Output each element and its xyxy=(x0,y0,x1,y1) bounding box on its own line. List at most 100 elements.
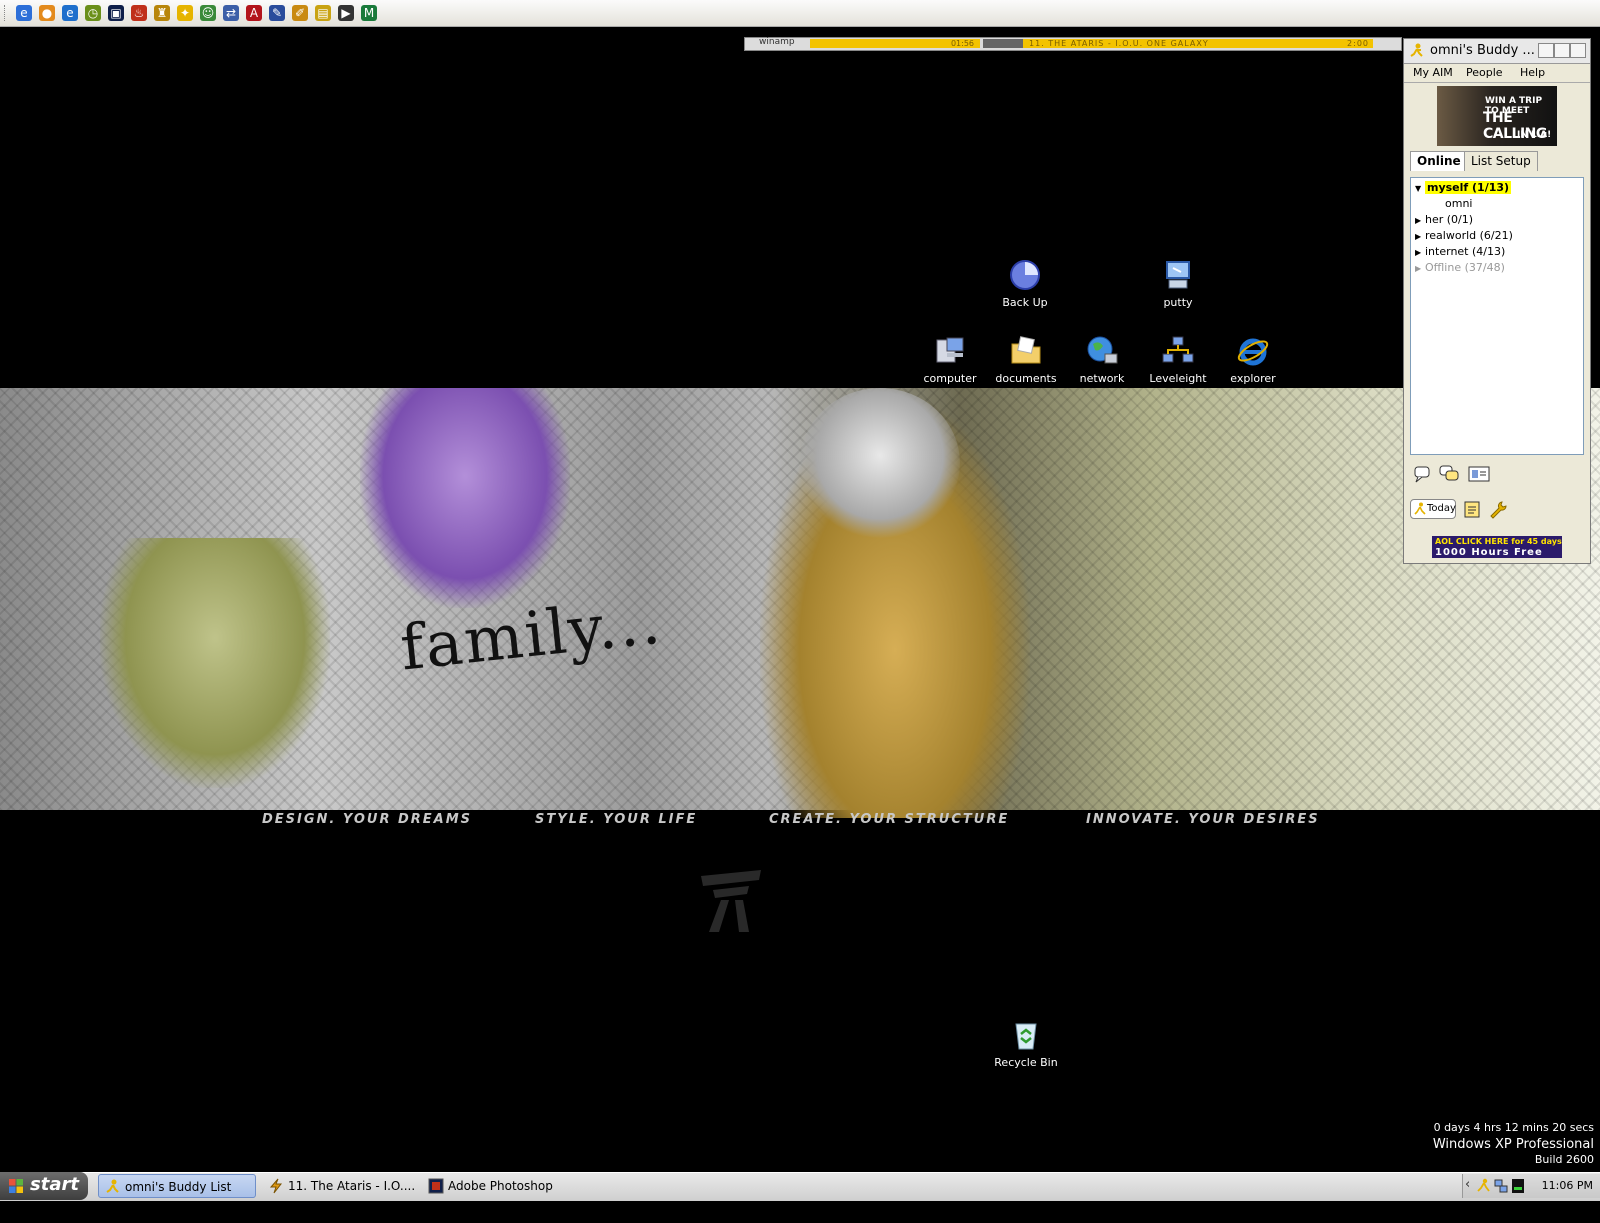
aim-action-toolbar xyxy=(1412,463,1582,485)
today-label: Today xyxy=(1427,503,1456,514)
winamp-song-title: 11. THE ATARIS - I.O.U. ONE GALAXY xyxy=(1029,39,1209,48)
start-button[interactable]: start xyxy=(0,1172,88,1200)
winamp-song-marquee: 11. THE ATARIS - I.O.U. ONE GALAXY 2:00 xyxy=(1023,39,1373,48)
clock-icon[interactable]: ◷ xyxy=(85,5,101,21)
chat-icon[interactable] xyxy=(1438,463,1460,485)
notepad-icon[interactable] xyxy=(1462,499,1482,519)
wrench-icon[interactable] xyxy=(1488,499,1508,519)
buddy-group-internet[interactable]: ▶ internet (4/13) xyxy=(1415,244,1505,259)
start-label: start xyxy=(30,1174,79,1195)
aol-ad-banner[interactable]: AOL CLICK HERE for 45 days 1000 Hours Fr… xyxy=(1432,536,1562,558)
taskbar-button-aim[interactable]: omni's Buddy List W... xyxy=(98,1174,256,1218)
desktop-icon-label: network xyxy=(1079,372,1125,385)
winamp-player[interactable]: winamp 01:56 11. THE ATARIS - I.O.U. ONE… xyxy=(744,37,1402,51)
wallpaper-sitting-figure xyxy=(100,538,330,788)
acrobat-icon[interactable]: A xyxy=(246,5,262,21)
buddy-group-offline[interactable]: ▶ Offline (37/48) xyxy=(1415,260,1505,275)
computer-icon xyxy=(936,337,964,363)
group-label: myself (1/13) xyxy=(1425,181,1512,194)
network-computers-icon xyxy=(1162,336,1194,363)
aim-buddy-list-window[interactable]: omni's Buddy ... My AIM People Help WIN … xyxy=(1403,38,1591,564)
slogan-create: CREATE. YOUR STRUCTURE xyxy=(769,812,1010,827)
aol-ad-line-1: AOL CLICK HERE for 45 days xyxy=(1435,537,1562,546)
minimize-button[interactable] xyxy=(1538,43,1554,58)
buddy-info-icon[interactable] xyxy=(1468,465,1490,483)
buddy-group-myself[interactable]: ▼ myself (1/13) xyxy=(1415,180,1512,195)
recycle-bin-icon xyxy=(1015,1023,1037,1050)
aim-tray-icon[interactable] xyxy=(1477,1178,1491,1194)
aim-ad-banner[interactable]: WIN A TRIP TO MEET THE CALLING IN L.A! xyxy=(1437,86,1557,146)
task-label: 11. The Ataris - I.O.... xyxy=(288,1179,416,1193)
trophy-icon[interactable]: ♜ xyxy=(154,5,170,21)
globe-icon xyxy=(1087,336,1118,364)
task-label: Adobe Photoshop xyxy=(448,1179,553,1193)
browser-icon[interactable]: e xyxy=(62,5,78,21)
buddy-group-her[interactable]: ▶ her (0/1) xyxy=(1415,212,1473,227)
backup-icon xyxy=(1010,260,1040,290)
desktop-icon-putty[interactable]: putty xyxy=(1133,258,1223,309)
desktop-icon-explorer[interactable]: explorer xyxy=(1208,334,1298,385)
aim-runner-icon xyxy=(1414,502,1426,515)
taskbar-button-winamp[interactable]: 11. The Ataris - I.O.... xyxy=(262,1174,420,1198)
desktop-icon-label: Leveleight xyxy=(1149,372,1207,385)
aim-window-title: omni's Buddy ... xyxy=(1430,43,1535,58)
aim-title-bar[interactable]: omni's Buddy ... xyxy=(1404,39,1590,64)
buddy-list-tree[interactable]: ▼ myself (1/13) omni ▶ her (0/1) ▶ realworl… xyxy=(1410,177,1584,455)
collapsed-triangle-icon: ▶ xyxy=(1415,248,1422,257)
close-button[interactable] xyxy=(1570,43,1586,58)
putty-icon xyxy=(1166,261,1190,289)
collapsed-triangle-icon: ▶ xyxy=(1415,232,1422,241)
send-im-icon[interactable] xyxy=(1412,463,1434,485)
desktop-icon-backup[interactable]: Back Up xyxy=(980,258,1070,309)
group-label: her (0/1) xyxy=(1425,213,1474,226)
ie-icon[interactable]: e xyxy=(16,5,32,21)
monitor-tray-icon[interactable] xyxy=(1511,1178,1525,1194)
pen-tool-icon[interactable]: ✐ xyxy=(292,5,308,21)
desktop-icon-recycle-bin[interactable]: Recycle Bin xyxy=(981,1018,1071,1069)
aim-runner-icon xyxy=(1410,43,1423,57)
network-tray-icon[interactable] xyxy=(1494,1178,1508,1194)
network-tool-icon[interactable]: ⇄ xyxy=(223,5,239,21)
slogan-innovate: INNOVATE. YOUR DESIRES xyxy=(1086,812,1320,827)
today-button[interactable]: Today xyxy=(1410,499,1456,519)
flame-icon[interactable]: ♨ xyxy=(131,5,147,21)
tab-online[interactable]: Online xyxy=(1410,151,1468,171)
taskbar-button-photoshop[interactable]: Adobe Photoshop xyxy=(422,1174,602,1198)
taskbar-clock[interactable]: 11:06 PM xyxy=(1542,1179,1593,1192)
aim-runner-icon[interactable]: ✦ xyxy=(177,5,193,21)
tab-list-setup[interactable]: List Setup xyxy=(1464,151,1538,171)
pencil-icon[interactable]: ✎ xyxy=(269,5,285,21)
system-tray: ‹ 11:06 PM xyxy=(1462,1174,1600,1198)
wallpaper-banner: family... xyxy=(0,388,1600,818)
menu-my-aim[interactable]: My AIM xyxy=(1413,66,1453,79)
toolbar-grip[interactable] xyxy=(4,5,8,21)
show-hidden-icons-chevron-icon[interactable]: ‹ xyxy=(1465,1177,1470,1192)
firefox-icon[interactable]: ● xyxy=(39,5,55,21)
winamp-song-duration: 2:00 xyxy=(1347,39,1369,48)
group-label: internet (4/13) xyxy=(1425,245,1506,258)
desktop-icon-label: documents xyxy=(995,372,1057,385)
wallpaper-purple-figure xyxy=(360,388,570,608)
wallpaper-logo-icon xyxy=(701,870,761,932)
media-player-icon[interactable]: ▶ xyxy=(338,5,354,21)
maximize-button[interactable] xyxy=(1554,43,1570,58)
messenger-icon[interactable]: ☺ xyxy=(200,5,216,21)
winamp-bolt-icon xyxy=(269,1178,283,1194)
menu-help[interactable]: Help xyxy=(1520,66,1545,79)
expanded-triangle-icon: ▼ xyxy=(1415,184,1422,193)
os-name-text: Windows XP Professional xyxy=(1432,1137,1594,1152)
buddy-group-realworld[interactable]: ▶ realworld (6/21) xyxy=(1415,228,1513,243)
m-app-icon[interactable]: M xyxy=(361,5,377,21)
photoshop-icon[interactable]: ▣ xyxy=(108,5,124,21)
photoshop-icon xyxy=(428,1178,444,1194)
group-label: realworld (6/21) xyxy=(1425,229,1513,242)
notes-icon[interactable]: ▤ xyxy=(315,5,331,21)
desktop-icon-label: putty xyxy=(1163,296,1193,309)
aim-bottom-bar: Today xyxy=(1410,497,1584,523)
menu-people[interactable]: People xyxy=(1466,66,1503,79)
aim-runner-icon xyxy=(106,1179,119,1193)
slogan-style: STYLE. YOUR LIFE xyxy=(535,812,698,827)
ad-line-3: IN L.A! xyxy=(1517,130,1552,140)
aim-menu-bar: My AIM People Help xyxy=(1404,64,1590,83)
buddy-omni[interactable]: omni xyxy=(1445,196,1472,211)
